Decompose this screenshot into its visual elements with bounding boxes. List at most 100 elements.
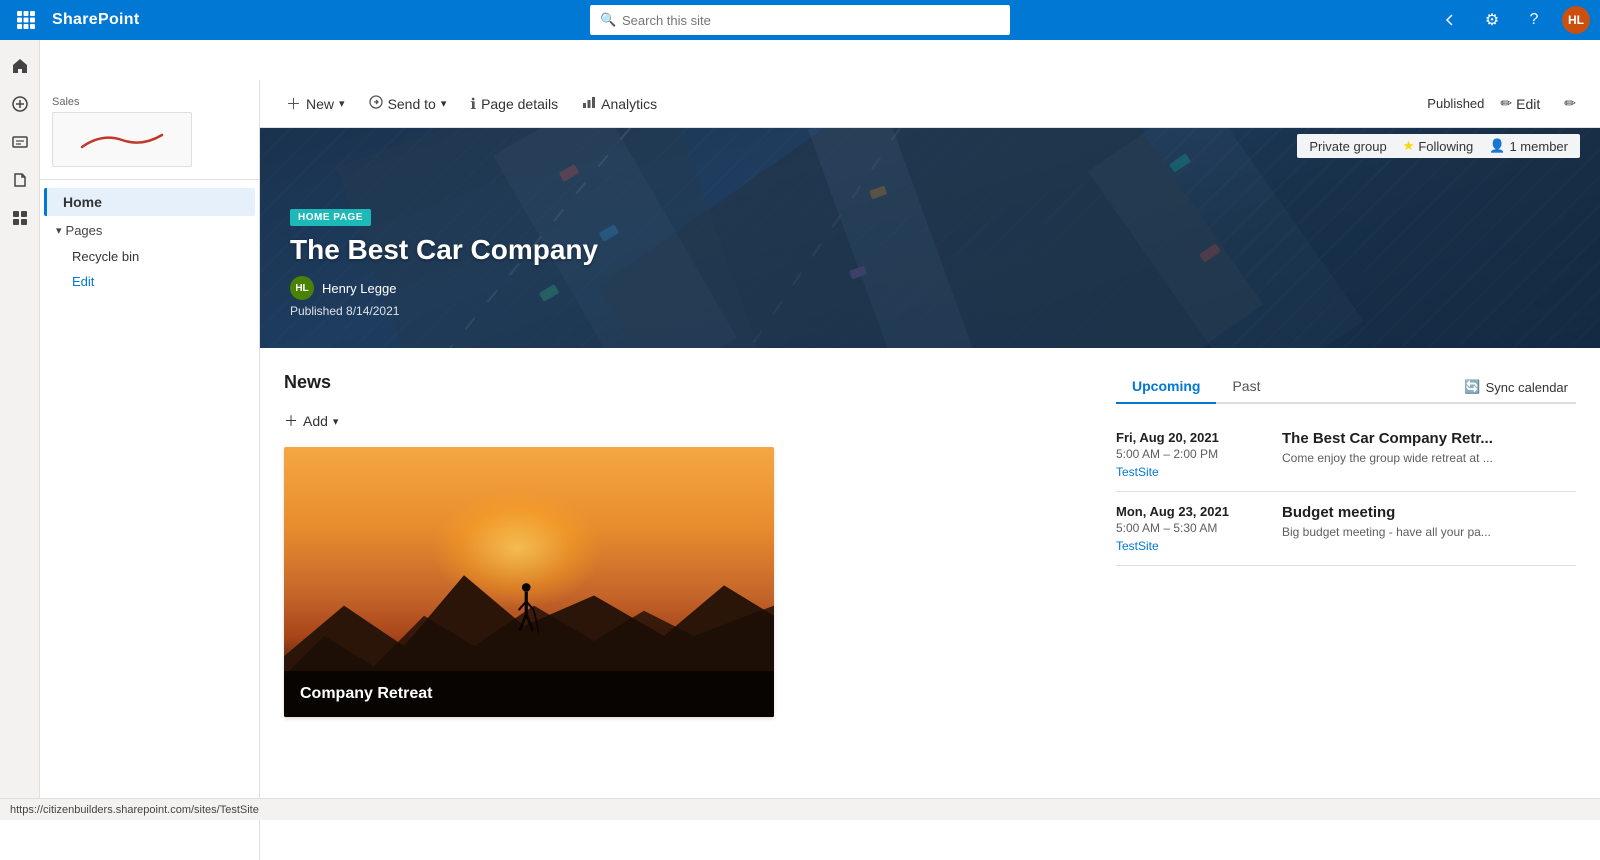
hero-meta: HL Henry Legge <box>290 276 598 300</box>
event-site-2[interactable]: TestSite <box>1116 539 1266 553</box>
private-group-label: Private group <box>1309 139 1386 154</box>
edit-pencil-icon: ✏ <box>1500 95 1512 112</box>
page-details-label: Page details <box>481 96 558 112</box>
event-item-2: Mon, Aug 23, 2021 5:00 AM – 5:30 AM Test… <box>1116 492 1576 566</box>
nav-home[interactable]: Home <box>44 188 255 216</box>
published-status: Published <box>1427 96 1484 111</box>
waffle-icon[interactable] <box>10 4 42 36</box>
main-layout: Sales Home ▾ Pages Recycle bin Edit Priv… <box>40 80 1600 860</box>
edit-icon-button[interactable]: ✏ <box>1556 91 1584 116</box>
event-date-col-2: Mon, Aug 23, 2021 5:00 AM – 5:30 AM Test… <box>1116 504 1266 553</box>
event-info-col-2: Budget meeting Big budget meeting - have… <box>1282 504 1576 553</box>
event-info-col-1: The Best Car Company Retr... Come enjoy … <box>1282 430 1576 479</box>
event-time-2: 5:00 AM – 5:30 AM <box>1116 521 1266 535</box>
plus-icon: ＋ <box>284 411 298 431</box>
events-section: Upcoming Past 🔄 Sync calendar Fri, Aug 2… <box>1116 372 1576 717</box>
news-card-title: Company Retreat <box>300 685 758 703</box>
sales-label: Sales <box>52 96 247 108</box>
new-chevron-icon: ▾ <box>339 97 345 110</box>
edit-alt-icon: ✏ <box>1564 95 1576 112</box>
news-card-footer: Company Retreat <box>284 671 774 717</box>
analytics-button[interactable]: Analytics <box>572 90 667 118</box>
members-count: 1 member <box>1509 139 1568 154</box>
news-title: News <box>284 372 1092 393</box>
site-meta-bar: Private group ★ Following 👤 1 member <box>1297 134 1580 158</box>
search-input[interactable] <box>590 5 1010 35</box>
sales-logo-svg <box>72 125 172 155</box>
event-date-2: Mon, Aug 23, 2021 <box>1116 504 1266 519</box>
members-link[interactable]: 👤 1 member <box>1489 138 1568 154</box>
news-card-image-wrapper: Company Retreat <box>284 447 774 717</box>
following-button[interactable]: ★ Following <box>1403 138 1474 154</box>
site-nav: Sales Home ▾ Pages Recycle bin Edit <box>40 80 260 860</box>
page-details-button[interactable]: ℹ Page details <box>460 90 568 118</box>
settings-icon[interactable]: ⚙ <box>1478 6 1506 34</box>
back-icon[interactable] <box>1436 6 1464 34</box>
help-icon[interactable]: ? <box>1520 6 1548 34</box>
status-url: https://citizenbuilders.sharepoint.com/s… <box>10 804 259 816</box>
hero-content: HOME PAGE The Best Car Company HL Henry … <box>290 207 598 318</box>
new-label: New <box>306 96 334 112</box>
add-news-button[interactable]: ＋ Add ▾ <box>284 407 338 435</box>
new-button[interactable]: ＋ New ▾ <box>276 88 355 119</box>
news-section: News ＋ Add ▾ <box>284 372 1092 717</box>
hero-section: HOME PAGE The Best Car Company HL Henry … <box>260 128 1600 348</box>
sync-icon: 🔄 <box>1464 379 1480 395</box>
hiker-svg <box>514 582 539 636</box>
topbar-right: ⚙ ? HL <box>1436 6 1590 34</box>
news-card[interactable]: Company Retreat <box>284 447 774 717</box>
home-rail-icon[interactable] <box>4 50 36 82</box>
topbar: SharePoint 🔍 ⚙ ? HL <box>0 0 1600 40</box>
published-label: Published <box>1427 96 1484 111</box>
send-to-button[interactable]: Send to ▾ <box>359 90 457 118</box>
hero-author-avatar: HL <box>290 276 314 300</box>
following-label: Following <box>1418 139 1473 154</box>
command-bar: ＋ New ▾ Send to ▾ ℹ Page details Analyti… <box>260 80 1600 128</box>
hero-title: The Best Car Company <box>290 234 598 266</box>
event-desc-2: Big budget meeting - have all your pa... <box>1282 525 1576 539</box>
event-date-col-1: Fri, Aug 20, 2021 5:00 AM – 2:00 PM Test… <box>1116 430 1266 479</box>
left-rail <box>0 40 40 820</box>
event-site-1[interactable]: TestSite <box>1116 465 1266 479</box>
event-date-1: Fri, Aug 20, 2021 <box>1116 430 1266 445</box>
analytics-icon <box>582 95 596 113</box>
event-item-1: Fri, Aug 20, 2021 5:00 AM – 2:00 PM Test… <box>1116 418 1576 492</box>
add-label: Add <box>303 413 328 429</box>
event-title-2[interactable]: Budget meeting <box>1282 504 1576 521</box>
hero-author-name: Henry Legge <box>322 281 396 296</box>
page-body: News ＋ Add ▾ <box>260 348 1600 717</box>
hero-badge: HOME PAGE <box>290 209 371 226</box>
chevron-down-icon: ▾ <box>56 224 62 237</box>
send-icon <box>369 95 383 113</box>
event-title-1[interactable]: The Best Car Company Retr... <box>1282 430 1576 447</box>
edit-button[interactable]: ✏ Edit <box>1492 91 1548 116</box>
sync-calendar-button[interactable]: 🔄 Sync calendar <box>1456 375 1576 399</box>
analytics-label: Analytics <box>601 96 657 112</box>
send-to-chevron-icon: ▾ <box>441 97 447 110</box>
nav-edit-link[interactable]: Edit <box>40 269 259 294</box>
star-icon: ★ <box>1403 138 1415 154</box>
content-area: Private group ★ Following 👤 1 member ＋ N… <box>260 80 1600 860</box>
activity-icon[interactable] <box>4 126 36 158</box>
tab-upcoming[interactable]: Upcoming <box>1116 372 1216 404</box>
events-tabs: Upcoming Past 🔄 Sync calendar <box>1116 372 1576 404</box>
search-container: 🔍 <box>590 5 1010 35</box>
nav-recycle-bin[interactable]: Recycle bin <box>40 244 259 269</box>
person-icon: 👤 <box>1489 138 1505 154</box>
sync-label: Sync calendar <box>1486 380 1568 395</box>
create-icon[interactable] <box>4 88 36 120</box>
edit-label: Edit <box>1516 96 1540 112</box>
cmd-right: Published ✏ Edit ✏ <box>1427 91 1584 116</box>
send-to-label: Send to <box>388 96 436 112</box>
add-chevron-icon: ▾ <box>333 415 339 428</box>
tab-past[interactable]: Past <box>1216 372 1276 404</box>
files-icon[interactable] <box>4 164 36 196</box>
sales-logo[interactable] <box>52 112 192 167</box>
plus-icon: ＋ <box>286 93 301 114</box>
hero-published-date: Published 8/14/2021 <box>290 304 598 318</box>
status-bar: https://citizenbuilders.sharepoint.com/s… <box>0 798 1600 820</box>
avatar[interactable]: HL <box>1562 6 1590 34</box>
nav-pages-section[interactable]: ▾ Pages <box>40 217 259 244</box>
event-desc-1: Come enjoy the group wide retreat at ... <box>1282 451 1576 465</box>
sites-icon[interactable] <box>4 202 36 234</box>
